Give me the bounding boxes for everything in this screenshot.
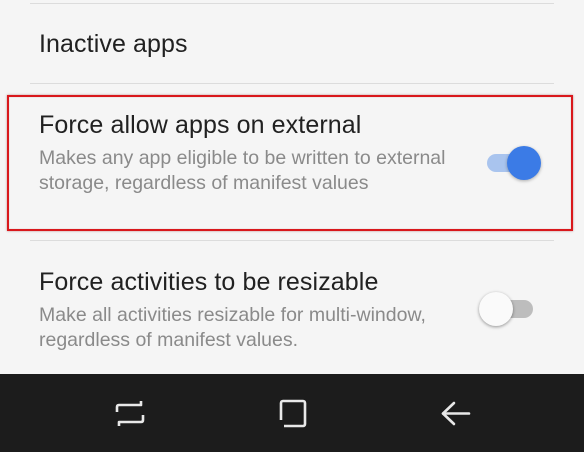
back-icon[interactable]	[436, 394, 476, 434]
home-icon[interactable]	[273, 394, 313, 434]
force-external-title[interactable]: Force allow apps on external	[39, 111, 361, 140]
toggle-thumb	[507, 146, 541, 180]
divider	[30, 240, 554, 241]
force-external-toggle[interactable]	[485, 144, 541, 180]
divider	[30, 83, 554, 84]
navigation-bar	[0, 374, 584, 452]
toggle-thumb	[479, 292, 513, 326]
divider	[30, 3, 554, 4]
force-external-summary: Makes any app eligible to be written to …	[39, 147, 446, 194]
inactive-apps-title[interactable]: Inactive apps	[39, 30, 188, 59]
force-resizable-toggle[interactable]	[479, 290, 535, 326]
settings-screen: Inactive apps Force allow apps on extern…	[0, 0, 584, 452]
force-resizable-title[interactable]: Force activities to be resizable	[39, 268, 378, 297]
force-resizable-summary: Make all activities resizable for multi-…	[39, 304, 426, 351]
recent-apps-icon[interactable]	[110, 394, 150, 434]
